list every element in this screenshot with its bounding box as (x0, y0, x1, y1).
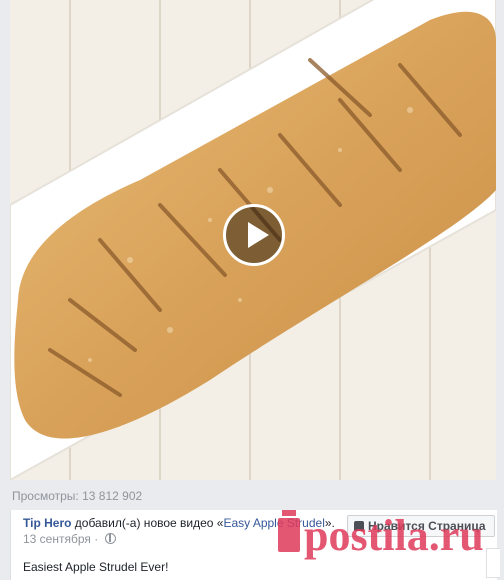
author-link[interactable]: Tip Hero (23, 516, 71, 530)
play-button[interactable] (223, 204, 285, 266)
post-description: Easiest Apple Strudel Ever! (23, 560, 169, 574)
views-count: 13 812 902 (82, 489, 143, 503)
video-player[interactable] (10, 0, 496, 480)
meta-separator: · (90, 532, 102, 546)
views-counter: Просмотры: 13 812 902 (12, 489, 142, 503)
post-meta: 13 сентября · (23, 532, 116, 546)
play-icon (248, 222, 269, 248)
post-date-link[interactable]: 13 сентября (23, 532, 91, 546)
watermark-text: postila.ru (304, 511, 484, 560)
views-label: Просмотры: (12, 489, 79, 503)
globe-icon (104, 533, 116, 544)
postila-watermark-logo: postila.ru (278, 510, 484, 560)
